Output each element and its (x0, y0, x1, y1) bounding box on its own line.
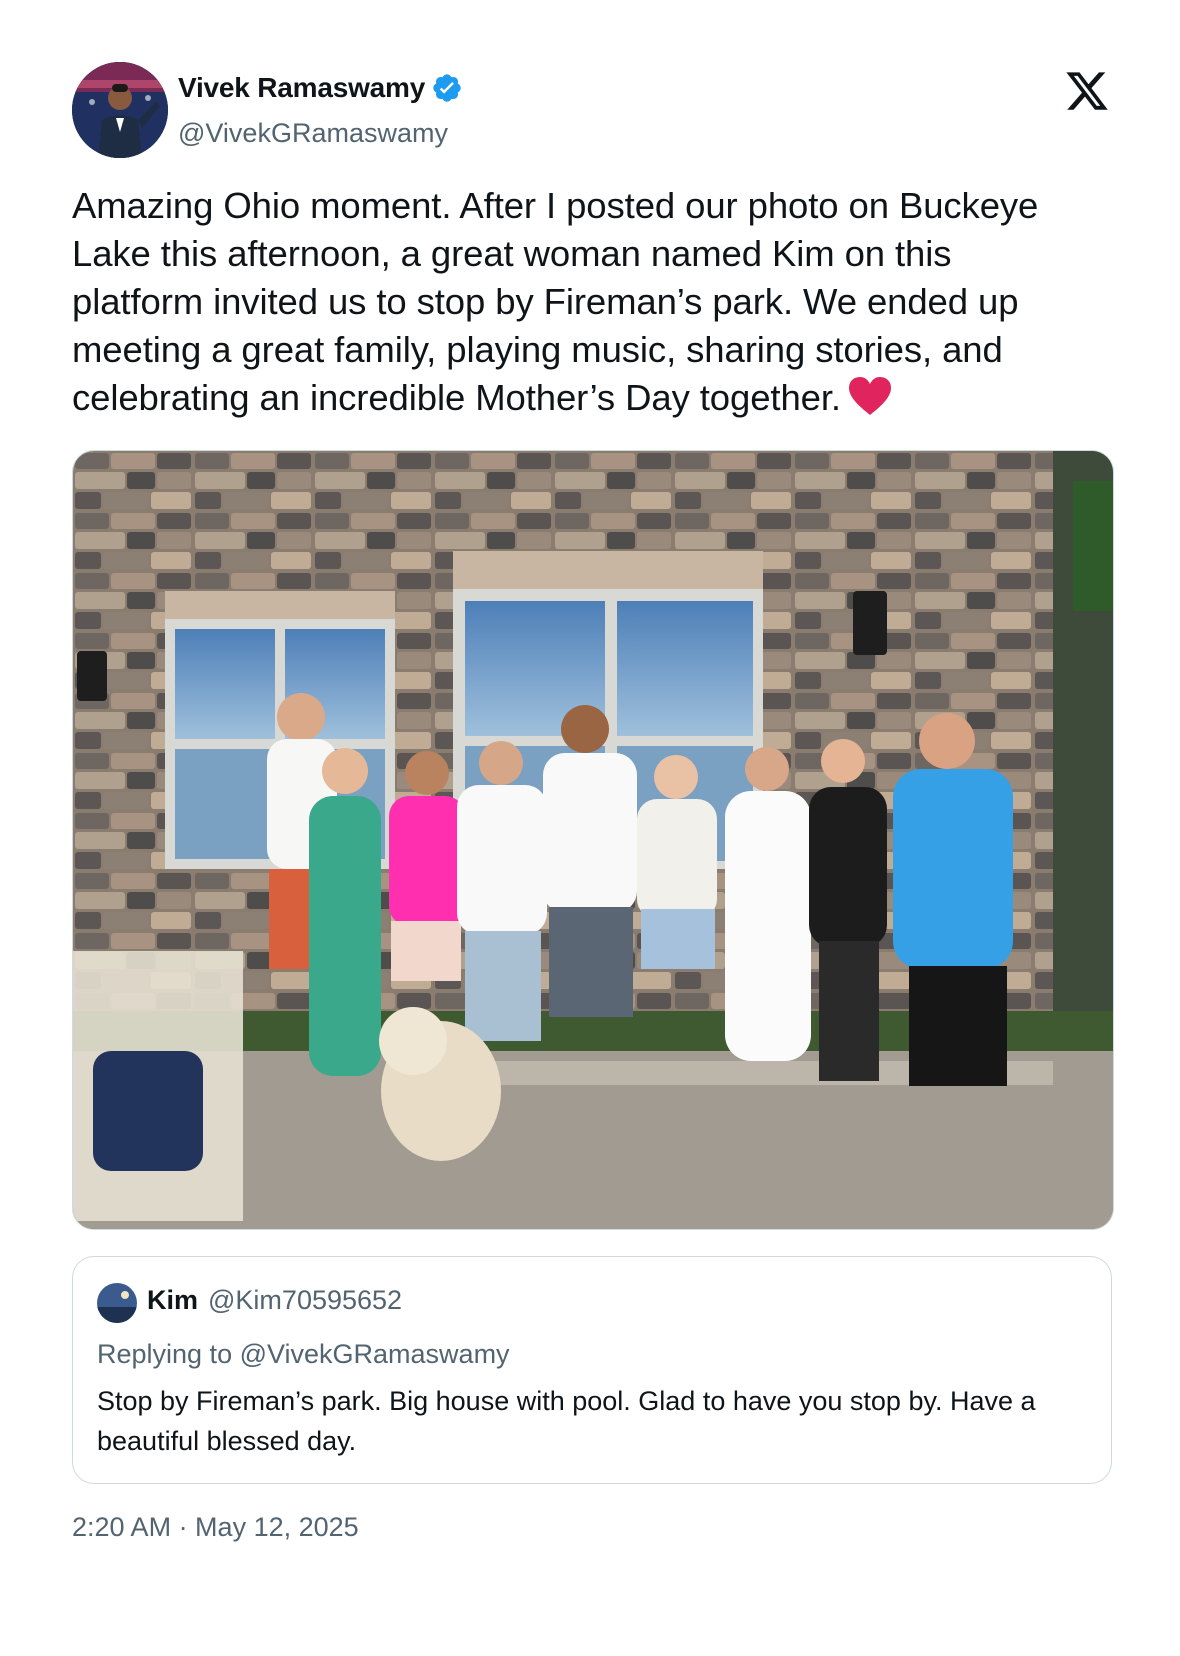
quoted-author-name[interactable]: Kim (147, 1285, 198, 1316)
quoted-author-row: Kim @Kim70595652 (147, 1285, 402, 1316)
author-name-row: Vivek Ramaswamy (178, 72, 463, 104)
tweet-text: Amazing Ohio moment. After I posted our … (72, 182, 1092, 422)
author-display-name[interactable]: Vivek Ramaswamy (178, 72, 425, 104)
quoted-tweet-text: Stop by Fireman’s park. Big house with p… (97, 1386, 1036, 1456)
tweet-body: Amazing Ohio moment. After I posted our … (72, 185, 1039, 418)
quoted-tweet[interactable]: Kim @Kim70595652 Replying to @VivekGRama… (72, 1256, 1112, 1484)
author-handle[interactable]: @VivekGRamaswamy (178, 118, 448, 149)
verified-badge-icon (431, 72, 463, 104)
tweet-header: Vivek Ramaswamy @VivekGRamaswamy (72, 62, 1112, 162)
tweet-card: Vivek Ramaswamy @VivekGRamaswamy Amazing… (72, 62, 1114, 1543)
tweet-timestamp[interactable]: 2:20 AM · May 12, 2025 (72, 1512, 1112, 1543)
quoted-author-handle[interactable]: @Kim70595652 (208, 1285, 402, 1316)
replying-to-line[interactable]: Replying to @VivekGRamaswamy (97, 1339, 510, 1370)
quoted-author-avatar[interactable] (97, 1283, 137, 1323)
author-avatar[interactable] (72, 62, 168, 158)
tweet-photo[interactable] (72, 450, 1114, 1230)
x-logo-icon[interactable] (1064, 68, 1110, 114)
heart-icon (847, 376, 893, 416)
